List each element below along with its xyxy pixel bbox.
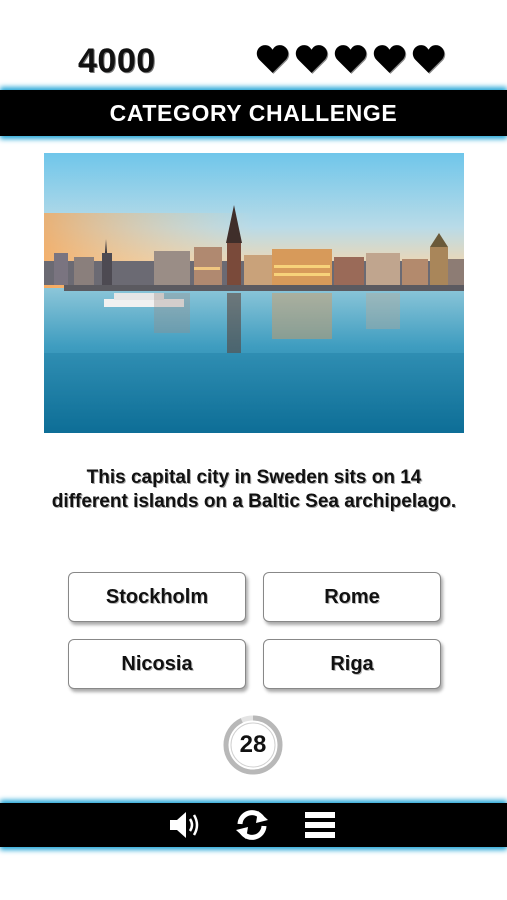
heart-icon	[334, 44, 367, 74]
question-text: This capital city in Sweden sits on 14 d…	[51, 467, 457, 512]
category-title: CATEGORY CHALLENGE	[109, 99, 398, 126]
speaker-icon	[170, 812, 199, 838]
heart-icon	[256, 44, 289, 74]
menu-button[interactable]	[302, 808, 338, 842]
countdown-timer: 28	[223, 715, 283, 775]
answer-button-1[interactable]: Stockholm	[68, 572, 246, 622]
answer-button-2[interactable]: Rome	[263, 572, 441, 622]
restart-icon	[236, 810, 268, 840]
answer-button-3[interactable]: Nicosia	[68, 639, 246, 689]
restart-button[interactable]	[234, 808, 270, 842]
question-photo	[44, 153, 464, 433]
answer-button-4[interactable]: Riga	[263, 639, 441, 689]
menu-icon	[305, 812, 335, 838]
heart-icon	[295, 44, 328, 74]
category-title-bar: CATEGORY CHALLENGE	[0, 90, 507, 136]
heart-icon	[373, 44, 406, 74]
lives-indicator	[256, 44, 445, 74]
bottom-toolbar	[0, 803, 507, 847]
sound-button[interactable]	[168, 808, 204, 842]
heart-icon	[412, 44, 445, 74]
score-display: 4000	[78, 42, 156, 80]
timer-seconds: 28	[239, 731, 267, 758]
